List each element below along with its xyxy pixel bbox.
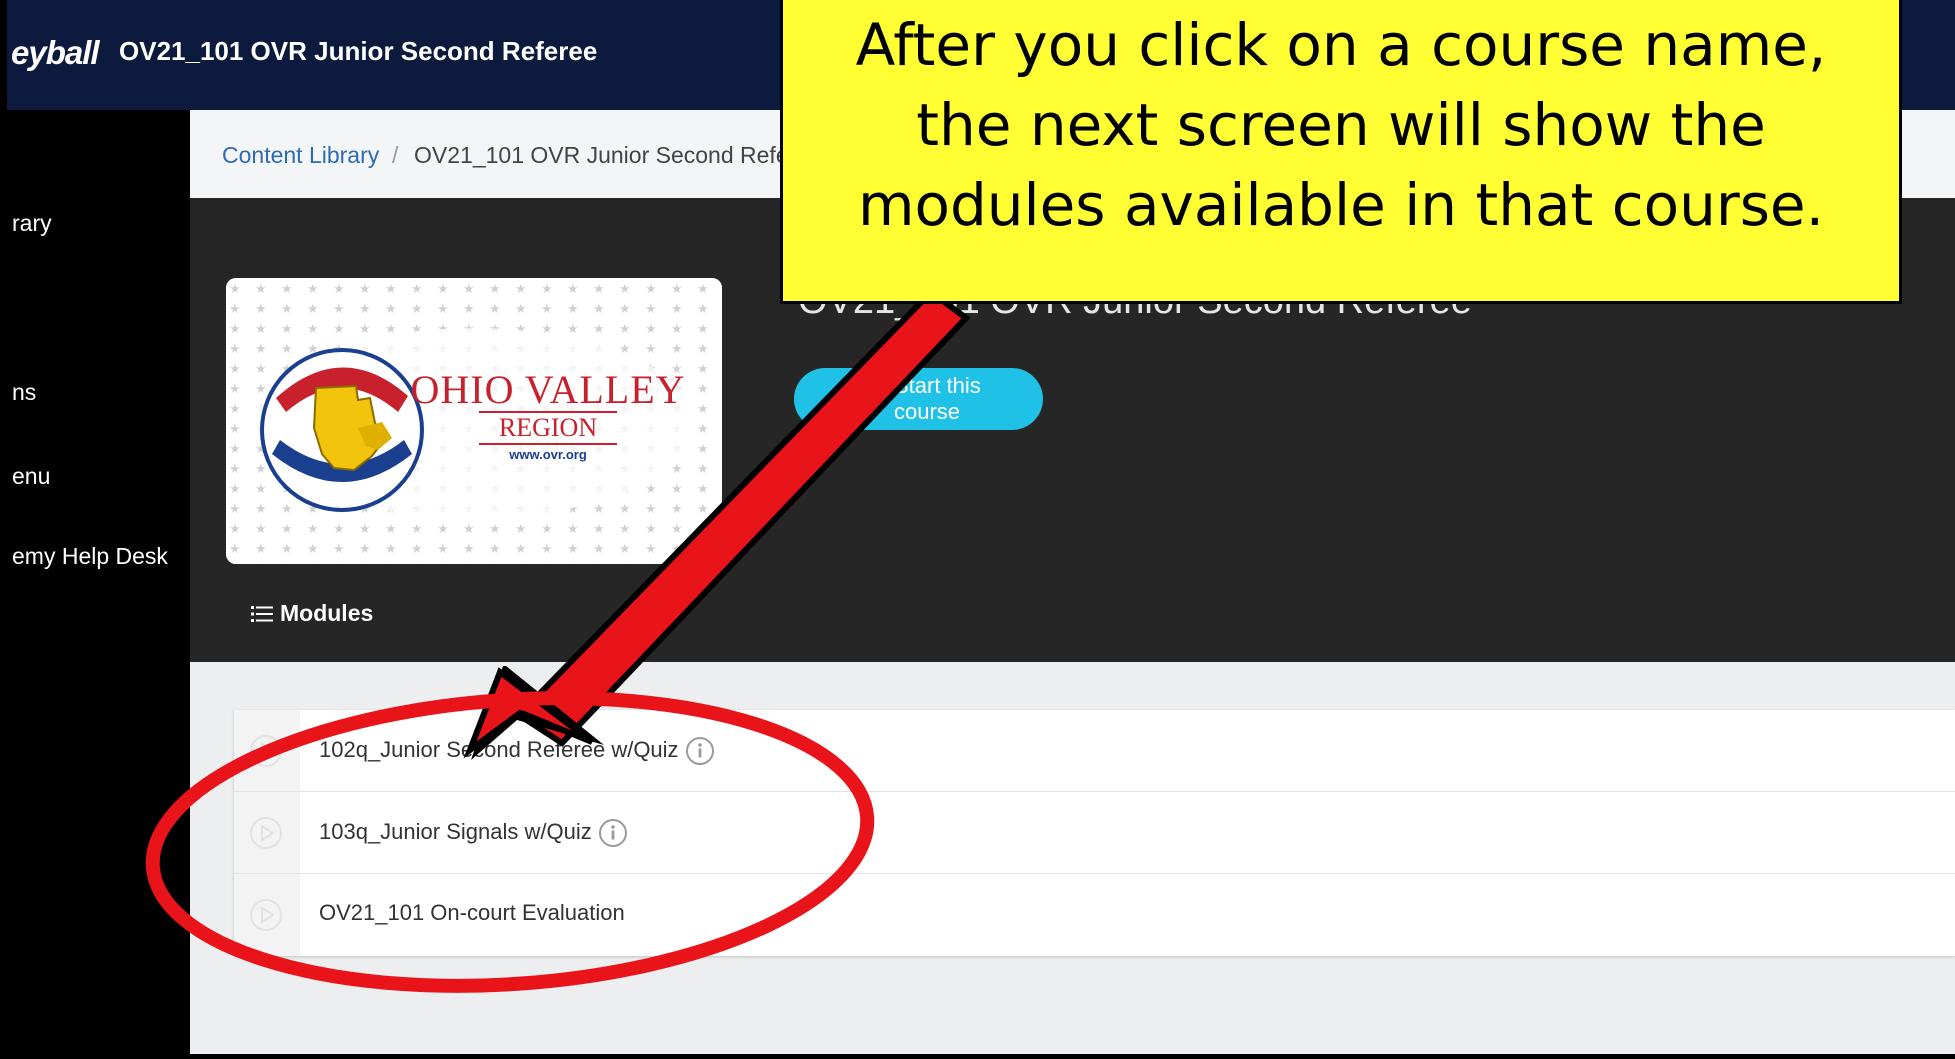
breadcrumb-current: OV21_101 OVR Junior Second Refer [414,142,797,168]
sidebar: rary ns enu emy Help Desk [7,110,190,1054]
play-icon [250,899,282,931]
modules-panel: 102q_Junior Second Referee w/Quiz 103q_J… [190,662,1955,1054]
module-name[interactable]: 102q_Junior Second Referee w/Quiz [319,736,715,766]
module-play-cell[interactable] [234,874,300,956]
tab-modules[interactable]: Modules [250,600,373,627]
annotation-callout: After you click on a course name, the ne… [780,0,1902,304]
module-row[interactable]: OV21_101 On-court Evaluation [234,874,1955,956]
sidebar-item-menu[interactable]: enu [12,463,50,490]
sidebar-item-library[interactable]: rary [12,210,52,237]
brand-logo[interactable]: eyball [11,34,100,72]
sidebar-item-help-desk[interactable]: emy Help Desk [12,543,168,570]
modules-list: 102q_Junior Second Referee w/Quiz 103q_J… [234,710,1955,956]
play-icon [250,735,282,767]
module-play-cell[interactable] [234,710,300,791]
module-name[interactable]: 103q_Junior Signals w/Quiz [319,818,628,848]
breadcrumb-separator: / [392,142,399,168]
info-icon[interactable] [685,736,715,766]
callout-text: After you click on a course name, the ne… [855,11,1827,239]
module-row[interactable]: 103q_Junior Signals w/Quiz [234,792,1955,874]
breadcrumb-content-library[interactable]: Content Library [222,142,379,169]
start-course-button[interactable]: Start this course [794,368,1043,430]
module-row[interactable]: 102q_Junior Second Referee w/Quiz [234,710,1955,792]
tab-modules-label: Modules [280,600,374,626]
sidebar-item-ns[interactable]: ns [12,379,36,406]
header-course-title: OV21_101 OVR Junior Second Referee [119,36,598,66]
module-play-cell[interactable] [234,792,300,873]
course-thumbnail: ★ OHIO VALLEY REGION www.ovr.org [226,278,722,564]
info-icon[interactable] [598,818,628,848]
module-name[interactable]: OV21_101 On-court Evaluation [319,900,625,926]
play-icon [250,817,282,849]
list-icon [251,605,273,622]
thumbnail-wordmark: OHIO VALLEY REGION www.ovr.org [410,367,686,462]
